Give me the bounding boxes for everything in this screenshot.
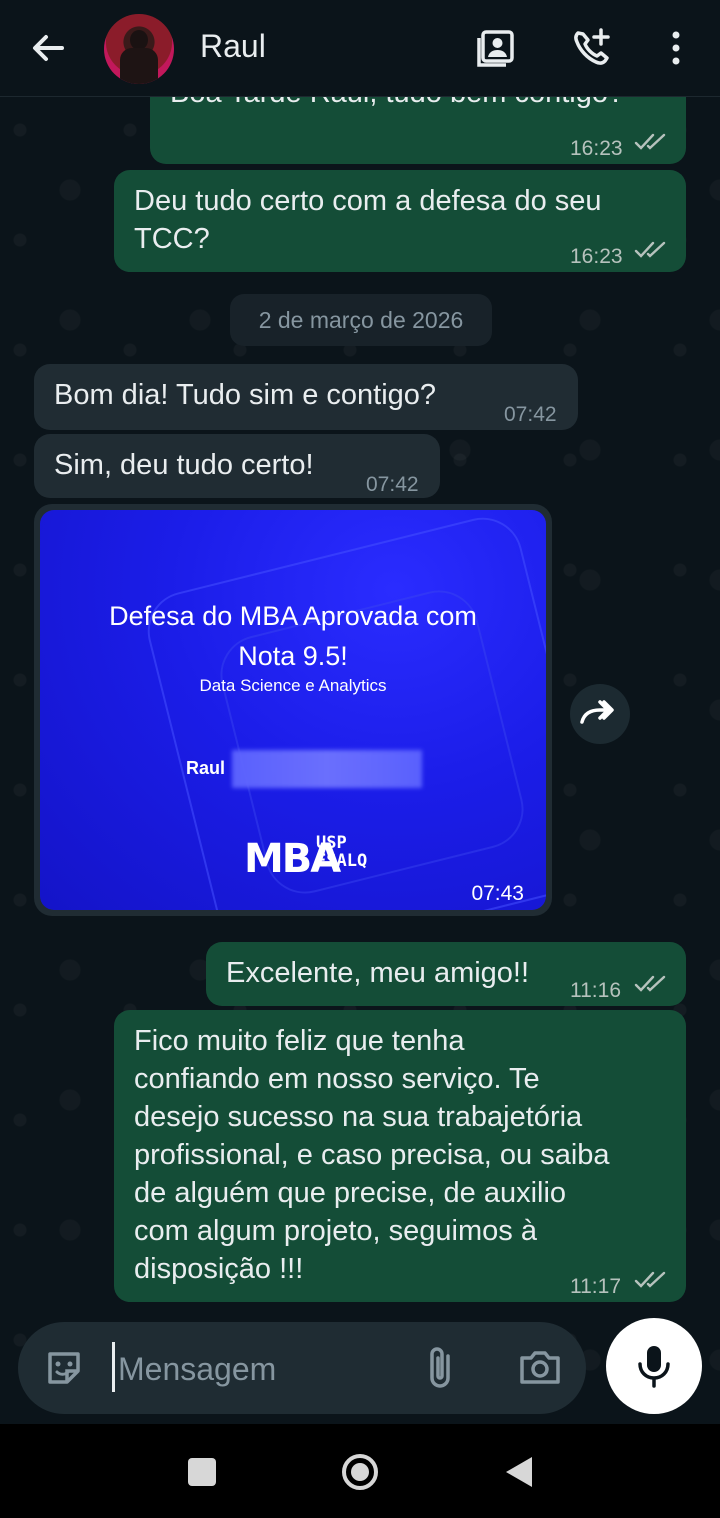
sticker-icon xyxy=(48,1352,80,1384)
paperclip-icon xyxy=(430,1347,450,1388)
image-message[interactable]: Defesa do MBA Aprovada com Nota 9.5! Dat… xyxy=(34,504,552,916)
forward-button[interactable] xyxy=(570,684,630,744)
message-time: 07:42 xyxy=(504,403,557,426)
date-separator: 2 de março de 2026 xyxy=(230,294,492,346)
message-incoming[interactable]: Bom dia! Tudo sim e contigo? 07:42 xyxy=(34,364,578,430)
contact-card-icon xyxy=(477,30,514,67)
camera-icon xyxy=(520,1351,560,1384)
mba-usp-esalq-logo: MBA USP ESALQ xyxy=(244,833,368,882)
arrow-left-icon xyxy=(33,35,64,61)
message-text: Bom dia! Tudo sim e contigo? xyxy=(54,379,437,411)
mic-icon xyxy=(638,1346,670,1388)
more-vertical-icon xyxy=(672,31,680,65)
system-navigation-bar xyxy=(0,1424,720,1518)
image-name: Raul xyxy=(186,758,226,778)
voice-message-button[interactable] xyxy=(606,1318,702,1414)
image-title: Nota 9.5! xyxy=(238,641,348,671)
message-time: 07:42 xyxy=(366,473,419,496)
text-caret xyxy=(112,1342,115,1392)
double-check-icon xyxy=(634,133,666,150)
message-text: Fico muito feliz que tenha confiando em … xyxy=(134,1025,610,1285)
camera-button[interactable] xyxy=(516,1346,564,1390)
image-attachment[interactable]: Defesa do MBA Aprovada com Nota 9.5! Dat… xyxy=(40,510,546,910)
sticker-button[interactable] xyxy=(42,1346,86,1390)
image-title: Defesa do MBA Aprovada com xyxy=(109,601,477,631)
phone-plus-icon xyxy=(574,28,610,65)
attach-button[interactable] xyxy=(420,1344,464,1392)
back-triangle-icon xyxy=(506,1457,532,1487)
double-check-icon xyxy=(634,975,666,992)
home-button[interactable] xyxy=(340,1452,380,1492)
message-text: Excelente, meu amigo!! xyxy=(226,957,530,989)
back-nav-button[interactable] xyxy=(502,1454,536,1490)
image-subtitle: Data Science e Analytics xyxy=(199,676,387,695)
message-time: 11:16 xyxy=(570,979,621,1002)
home-icon xyxy=(342,1454,378,1490)
forward-icon xyxy=(580,700,614,724)
message-outgoing[interactable]: Excelente, meu amigo!! 11:16 xyxy=(206,942,686,1006)
double-check-icon xyxy=(634,1271,666,1288)
chat-header: Raul xyxy=(0,0,720,97)
message-composer xyxy=(18,1322,586,1414)
double-check-icon xyxy=(634,241,666,258)
message-outgoing[interactable]: Fico muito feliz que tenha confiando em … xyxy=(114,1010,686,1302)
message-input[interactable] xyxy=(116,1340,410,1398)
blurred-surname xyxy=(232,750,422,788)
back-button[interactable] xyxy=(26,26,70,70)
message-text: Sim, deu tudo certo! xyxy=(54,449,314,481)
contact-avatar[interactable] xyxy=(104,14,174,84)
add-call-button[interactable] xyxy=(570,26,614,70)
message-outgoing[interactable]: Deu tudo certo com a defesa do seu TCC? … xyxy=(114,170,686,272)
message-time: 11:17 xyxy=(570,1275,621,1298)
message-incoming[interactable]: Sim, deu tudo certo! 07:42 xyxy=(34,434,440,498)
recents-button[interactable] xyxy=(188,1458,216,1486)
message-time: 16:23 xyxy=(570,137,623,160)
menu-button[interactable] xyxy=(654,26,698,70)
contact-card-button[interactable] xyxy=(474,26,518,70)
contact-name[interactable]: Raul xyxy=(200,28,266,65)
message-time: 07:43 xyxy=(471,882,524,905)
message-time: 16:23 xyxy=(570,245,623,268)
